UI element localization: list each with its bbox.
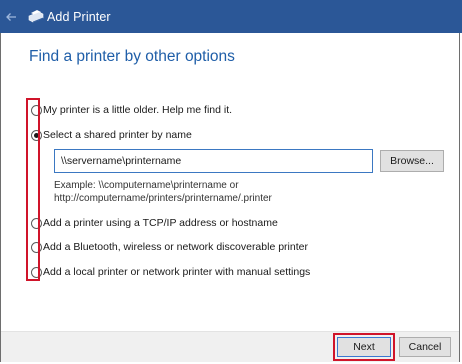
example-text-line1: Example: \\computername\printername or (54, 180, 239, 191)
printer-name-input[interactable] (54, 149, 373, 173)
option-label-shared-printer: Select a shared printer by name (43, 129, 192, 141)
option-label-tcpip: Add a printer using a TCP/IP address or … (43, 217, 278, 229)
title-bar: Add Printer (0, 0, 462, 33)
option-label-bluetooth-wireless: Add a Bluetooth, wireless or network dis… (43, 241, 308, 253)
printer-icon (28, 10, 44, 23)
window-title: Add Printer (47, 10, 111, 24)
page-title: Find a printer by other options (29, 48, 235, 65)
next-highlight-box (333, 333, 395, 361)
example-text-line2: http://computername/printers/printername… (54, 193, 272, 204)
back-arrow-icon[interactable] (5, 11, 17, 23)
cancel-button[interactable]: Cancel (399, 337, 451, 357)
radio-highlight-box (26, 98, 40, 281)
browse-button[interactable]: Browse... (380, 150, 444, 172)
option-label-older-printer: My printer is a little older. Help me fi… (43, 104, 233, 116)
option-label-local-printer: Add a local printer or network printer w… (43, 266, 311, 278)
